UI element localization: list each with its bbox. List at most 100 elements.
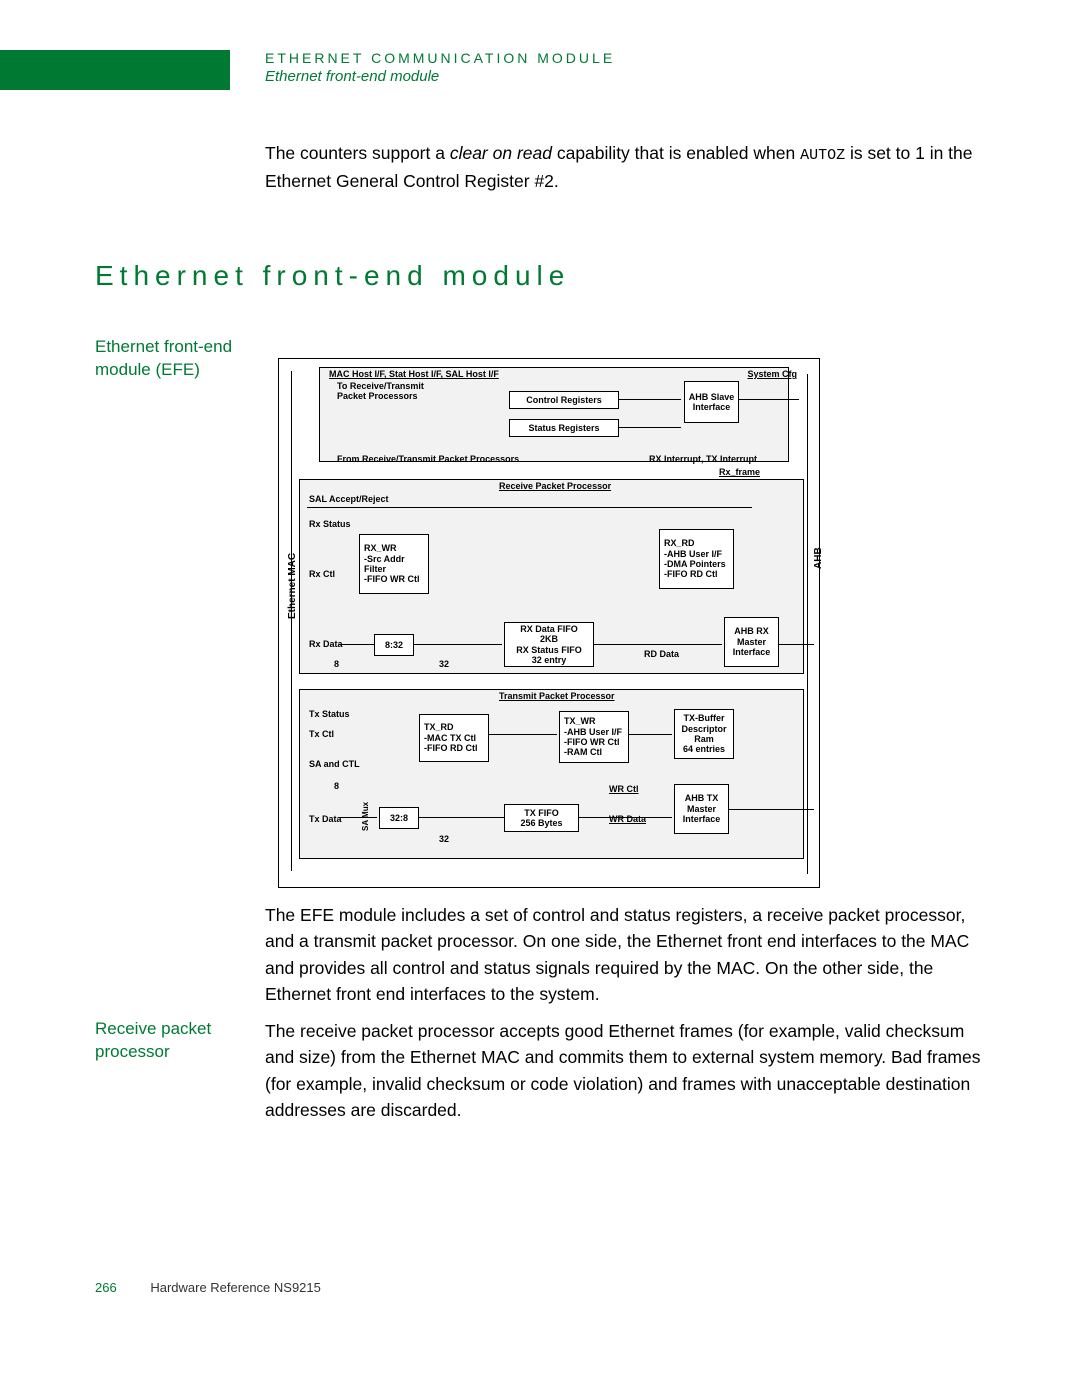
box-ahb-slave: AHB Slave Interface [684,381,739,423]
arrow-line [739,399,799,400]
arrow-line [307,507,752,508]
intro-text-mid: capability that is enabled when [552,143,800,163]
mac-bus-line [291,371,292,871]
rpp-description-paragraph: The receive packet processor accepts goo… [265,1018,985,1123]
tx-fifo-l2: 256 Bytes [520,818,562,828]
tx-wr-l3: -RAM Ctl [564,747,602,757]
label-rpp-title: Receive Packet Processor [499,481,611,491]
arrow-line [339,644,374,645]
rx-wr-l1: -Src Addr Filter [364,554,426,575]
label-rx-ctl: Rx Ctl [309,569,335,579]
running-header: ETHERNET COMMUNICATION MODULE Ethernet f… [265,50,615,85]
label-wr-data: WR Data [609,814,646,824]
header-chapter: ETHERNET COMMUNICATION MODULE [265,50,615,66]
box-rx-rd: RX_RD -AHB User I/F -DMA Pointers -FIFO … [659,529,734,589]
label-rx-frame: Rx_frame [719,467,760,477]
rx-wr-title: RX_WR [364,543,397,553]
label-rx-tx-interrupt: RX Interrupt, TX Interrupt [649,454,757,464]
tx-rd-l1: -MAC TX Ctl [424,733,476,743]
box-tx-rd: TX_RD -MAC TX Ctl -FIFO RD Ctl [419,714,489,762]
ahb-rx-text: AHB RX Master Interface [727,626,776,657]
arrow-line [779,644,814,645]
label-sal-accept: SAL Accept/Reject [309,494,389,504]
label-mac-host-if: MAC Host I/F, Stat Host I/F, SAL Host I/… [329,369,499,379]
label-tx-ctl: Tx Ctl [309,729,334,739]
page-footer: 266 Hardware Reference NS9215 [95,1280,321,1295]
box-tx-wr: TX_WR -AHB User I/F -FIFO WR Ctl -RAM Ct… [559,711,629,763]
label-tx-status: Tx Status [309,709,350,719]
rx-fifo-l3: RX Status FIFO [516,645,582,655]
rx-rd-l2: -DMA Pointers [664,559,726,569]
rx-fifo-l2: 2KB [540,634,558,644]
tx-buf-l3: Ram [694,734,714,744]
section-divider: . . . . . . . . . . . . . . . . . . . . … [95,300,985,310]
tx-rd-l2: -FIFO RD Ctl [424,743,478,753]
rx-rd-title: RX_RD [664,538,695,548]
label-rd-data: RD Data [644,649,679,659]
rx-rd-l3: -FIFO RD Ctl [664,569,718,579]
label-ahb-bus: AHB [813,547,824,569]
label-tx-data: Tx Data [309,814,342,824]
subheading-rpp: Receive packet processor [95,1018,245,1064]
box-ahb-rx: AHB RX Master Interface [724,617,779,667]
label-rx-32: 32 [439,659,449,669]
intro-text-em: clear on read [450,143,552,163]
label-rx-data: Rx Data [309,639,343,649]
arrow-line [579,817,672,818]
box-status-registers: Status Registers [509,419,619,437]
label-system-cfg: System Cfg [747,369,797,379]
arrow-line [619,399,681,400]
tx-wr-l1: -AHB User I/F [564,727,622,737]
efe-description-paragraph: The EFE module includes a set of control… [265,902,985,1007]
arrow-line [619,427,681,428]
intro-text-code: AUTOZ [800,147,845,164]
label-rx-8: 8 [334,659,339,669]
efe-block-diagram: MAC Host I/F, Stat Host I/F, SAL Host I/… [278,358,820,888]
rx-rd-l1: -AHB User I/F [664,549,722,559]
label-tx-8: 8 [334,781,339,791]
tx-buf-l4: 64 entries [683,744,725,754]
box-rx-fifo: RX Data FIFO 2KB RX Status FIFO 32 entry [504,622,594,667]
section-title: Ethernet front-end module [95,260,570,292]
tx-rd-title: TX_RD [424,722,454,732]
arrow-line [729,809,814,810]
label-tpp-title: Transmit Packet Processor [499,691,615,701]
box-tx-fifo: TX FIFO 256 Bytes [504,804,579,832]
box-32-8: 32:8 [379,807,419,829]
ahb-tx-text: AHB TX Master Interface [677,793,726,824]
rx-fifo-l4: 32 entry [532,655,567,665]
label-rx-status: Rx Status [309,519,351,529]
arrow-line [594,644,722,645]
rx-fifo-l1: RX Data FIFO [520,624,578,634]
tx-wr-title: TX_WR [564,716,596,726]
box-tx-buffer: TX-Buffer Descriptor Ram 64 entries [674,709,734,759]
tx-fifo-l1: TX FIFO [524,808,559,818]
header-accent-bar [0,50,230,90]
footer-doc-title: Hardware Reference NS9215 [150,1280,321,1295]
intro-text-pre: The counters support a [265,143,450,163]
ahb-slave-text: AHB Slave Interface [687,392,736,413]
arrow-line [489,734,557,735]
tx-buf-l2: Descriptor [681,724,726,734]
label-to-rx-tx: To Receive/Transmit Packet Processors [337,381,447,402]
rx-wr-l2: -FIFO WR Ctl [364,574,420,584]
label-tx-32: 32 [439,834,449,844]
box-ahb-tx: AHB TX Master Interface [674,784,729,834]
arrow-line [339,817,377,818]
label-wr-ctl: WR Ctl [609,784,639,794]
arrow-line [414,644,502,645]
page-number: 266 [95,1280,117,1295]
label-ethernet-mac: Ethernet MAC [287,553,298,619]
arrow-line [419,817,504,818]
intro-paragraph: The counters support a clear on read cap… [265,140,985,194]
subheading-efe: Ethernet front-end module (EFE) [95,336,245,382]
arrow-line [629,734,672,735]
tx-wr-l2: -FIFO WR Ctl [564,737,620,747]
tx-buf-l1: TX-Buffer [684,713,725,723]
header-section: Ethernet front-end module [265,68,615,85]
label-sa-ctl: SA and CTL [309,759,360,769]
box-rx-wr: RX_WR -Src Addr Filter -FIFO WR Ctl [359,534,429,594]
label-from-rx-tx: From Receive/Transmit Packet Processors [337,454,519,464]
box-control-registers: Control Registers [509,391,619,409]
ahb-bus-line [807,374,808,874]
